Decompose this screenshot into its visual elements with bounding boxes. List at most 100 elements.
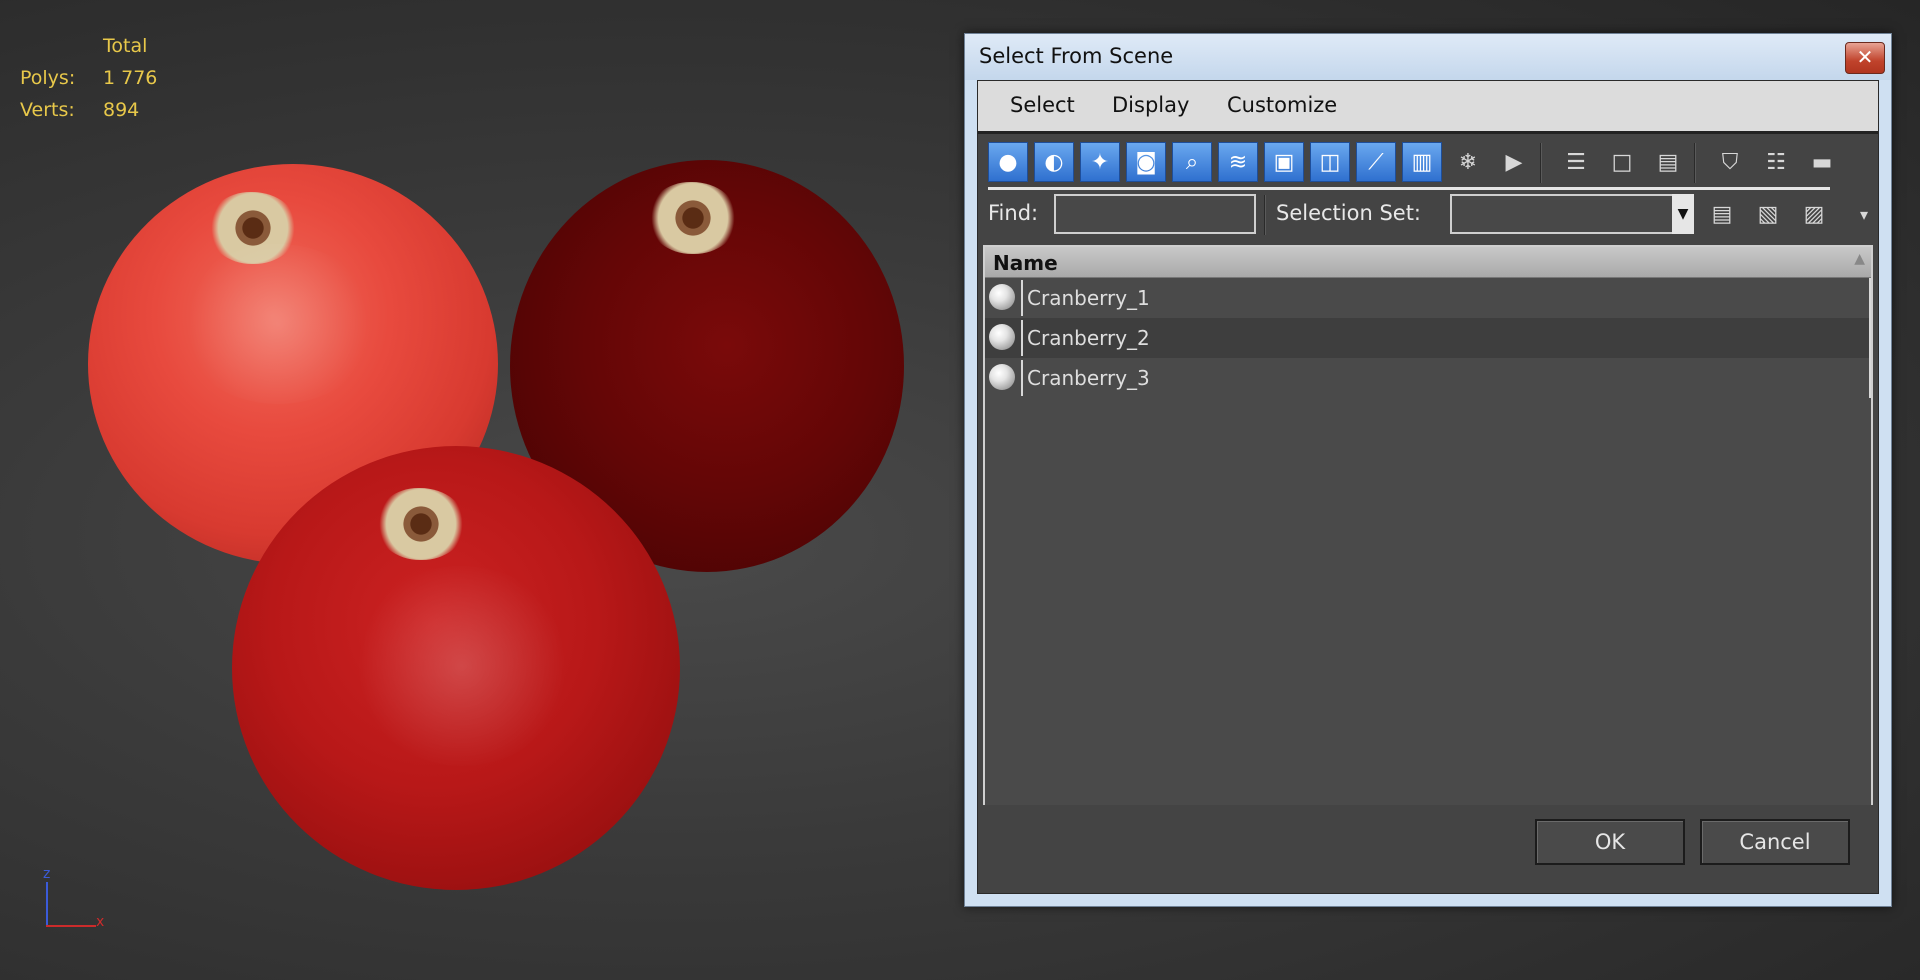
shapes-filter-icon: ◐ [1044, 149, 1064, 175]
sort-ascending-icon: ▲ [1854, 251, 1865, 267]
menu-bar: Select Display Customize [978, 81, 1878, 134]
select-invert-icon: ▤ [1657, 149, 1679, 175]
create-set-button[interactable]: ▤ [1702, 194, 1742, 234]
row-border [1869, 318, 1871, 358]
toolbar-separator [1694, 143, 1696, 183]
object-name: Cranberry_3 [1027, 366, 1150, 390]
stats-header: Total [103, 35, 148, 57]
close-icon: ✕ [1856, 45, 1874, 69]
column-header-name[interactable]: Name ▲ [985, 247, 1871, 278]
geometry-object-icon [989, 324, 1015, 350]
helpers-filter-icon: ⌕ [1185, 149, 1199, 175]
menu-customize[interactable]: Customize [1227, 93, 1337, 117]
toolbar-separator [1540, 143, 1542, 183]
cranberry-calyx [376, 488, 466, 560]
row-divider [1021, 320, 1023, 356]
x-axis-line [46, 925, 96, 927]
space-warps-filter-button[interactable]: ≋ [1218, 142, 1258, 182]
lights-filter-button[interactable]: ✦ [1080, 142, 1120, 182]
z-axis-label: z [43, 866, 51, 882]
ok-button[interactable]: OK [1535, 819, 1685, 865]
x-axis-label: x [96, 914, 105, 930]
filter-button[interactable]: ⛉ [1710, 142, 1750, 182]
dialog-body: Select Display Customize ● ◐ ✦ ◙ ⌕ ≋ ▣ ◫ ⟋ ▥ ❄ ▶ ☰ □ ▤… [977, 80, 1879, 894]
add-to-set-button[interactable]: ▧ [1748, 194, 1788, 234]
cranberry-calyx [648, 182, 738, 254]
cranberry-front-model[interactable] [232, 446, 680, 890]
lights-filter-icon: ✦ [1090, 149, 1110, 175]
viewport-statistics: Total Polys: 1 776 Verts: 894 [20, 30, 157, 126]
groups-filter-icon: ▣ [1273, 149, 1295, 175]
verts-label: Verts: [20, 99, 75, 121]
z-axis-line [46, 882, 48, 926]
select-from-scene-dialog: Select From Scene ✕ Select Display Custo… [964, 33, 1892, 907]
remove-from-set-icon: ▨ [1803, 201, 1825, 227]
cancel-button[interactable]: Cancel [1700, 819, 1850, 865]
filter-toolbar: ● ◐ ✦ ◙ ⌕ ≋ ▣ ◫ ⟋ ▥ ❄ ▶ ☰ □ ▤ ⛉ ☷ ▬ [988, 139, 1868, 190]
list-item[interactable]: Cranberry_2 [985, 318, 1871, 358]
find-row: Find: Selection Set: ▼ ▤ ▧ ▨ ▾ [988, 191, 1868, 237]
frozen-filter-button[interactable]: ❄ [1448, 142, 1488, 182]
filter-list-icon: ☷ [1766, 149, 1786, 175]
toggle-display-button[interactable]: ▬ [1802, 142, 1842, 182]
bones-filter-icon: ⟋ [1368, 149, 1384, 175]
axis-gizmo: z x [43, 866, 105, 934]
selection-set-label: Selection Set: [1276, 201, 1422, 225]
scene-object-list[interactable]: Name ▲ Cranberry_1 Cranberry_2 Cranberry… [983, 245, 1873, 809]
specular-highlight [178, 244, 378, 404]
geometry-filter-icon: ● [998, 149, 1018, 175]
select-none-button[interactable]: □ [1602, 142, 1642, 182]
groups-filter-button[interactable]: ▣ [1264, 142, 1304, 182]
dialog-footer: OK Cancel [978, 805, 1878, 893]
list-item[interactable]: Cranberry_1 [985, 278, 1871, 318]
selection-set-dropdown[interactable]: ▼ [1672, 194, 1694, 234]
menu-select[interactable]: Select [1010, 93, 1075, 117]
xrefs-filter-icon: ◫ [1319, 149, 1341, 175]
selection-set-input[interactable] [1450, 194, 1674, 234]
hidden-filter-button[interactable]: ▶ [1494, 142, 1534, 182]
specular-highlight [352, 566, 572, 766]
toolbar-underline [988, 187, 1830, 190]
object-name: Cranberry_2 [1027, 326, 1150, 350]
cameras-filter-button[interactable]: ◙ [1126, 142, 1166, 182]
toggle-display-icon: ▬ [1811, 149, 1833, 175]
verts-value: 894 [103, 99, 140, 121]
shapes-filter-button[interactable]: ◐ [1034, 142, 1074, 182]
bones-filter-button[interactable]: ⟋ [1356, 142, 1396, 182]
create-set-icon: ▤ [1711, 201, 1733, 227]
list-item[interactable]: Cranberry_3 [985, 358, 1871, 398]
select-none-icon: □ [1611, 149, 1633, 175]
geometry-filter-button[interactable]: ● [988, 142, 1028, 182]
find-input[interactable] [1054, 194, 1256, 234]
close-button[interactable]: ✕ [1845, 42, 1885, 74]
menu-display[interactable]: Display [1112, 93, 1189, 117]
helpers-filter-button[interactable]: ⌕ [1172, 142, 1212, 182]
row-divider [1021, 360, 1023, 396]
select-invert-button[interactable]: ▤ [1648, 142, 1688, 182]
dialog-title: Select From Scene [979, 44, 1174, 68]
options-dropdown-icon: ▾ [1859, 204, 1869, 224]
cameras-filter-icon: ◙ [1135, 149, 1157, 175]
polys-value: 1 776 [103, 67, 158, 89]
add-to-set-icon: ▧ [1757, 201, 1779, 227]
column-header-label: Name [993, 251, 1058, 275]
frozen-filter-icon: ❄ [1458, 149, 1478, 175]
geometry-object-icon [989, 364, 1015, 390]
geometry-object-icon [989, 284, 1015, 310]
xrefs-filter-button[interactable]: ◫ [1310, 142, 1350, 182]
chevron-down-icon: ▼ [1677, 206, 1689, 222]
select-all-icon: ☰ [1566, 149, 1586, 175]
object-name: Cranberry_1 [1027, 286, 1150, 310]
find-label: Find: [988, 201, 1039, 225]
hidden-filter-icon: ▶ [1505, 149, 1523, 175]
options-dropdown-button[interactable]: ▾ [1844, 194, 1884, 234]
containers-filter-button[interactable]: ▥ [1402, 142, 1442, 182]
toolbar-separator [1264, 195, 1266, 235]
row-divider [1021, 280, 1023, 316]
row-border [1869, 278, 1871, 318]
filter-list-button[interactable]: ☷ [1756, 142, 1796, 182]
remove-from-set-button[interactable]: ▨ [1794, 194, 1834, 234]
filter-icon: ⛉ [1721, 149, 1739, 175]
select-all-button[interactable]: ☰ [1556, 142, 1596, 182]
dialog-titlebar[interactable]: Select From Scene ✕ [965, 34, 1891, 80]
